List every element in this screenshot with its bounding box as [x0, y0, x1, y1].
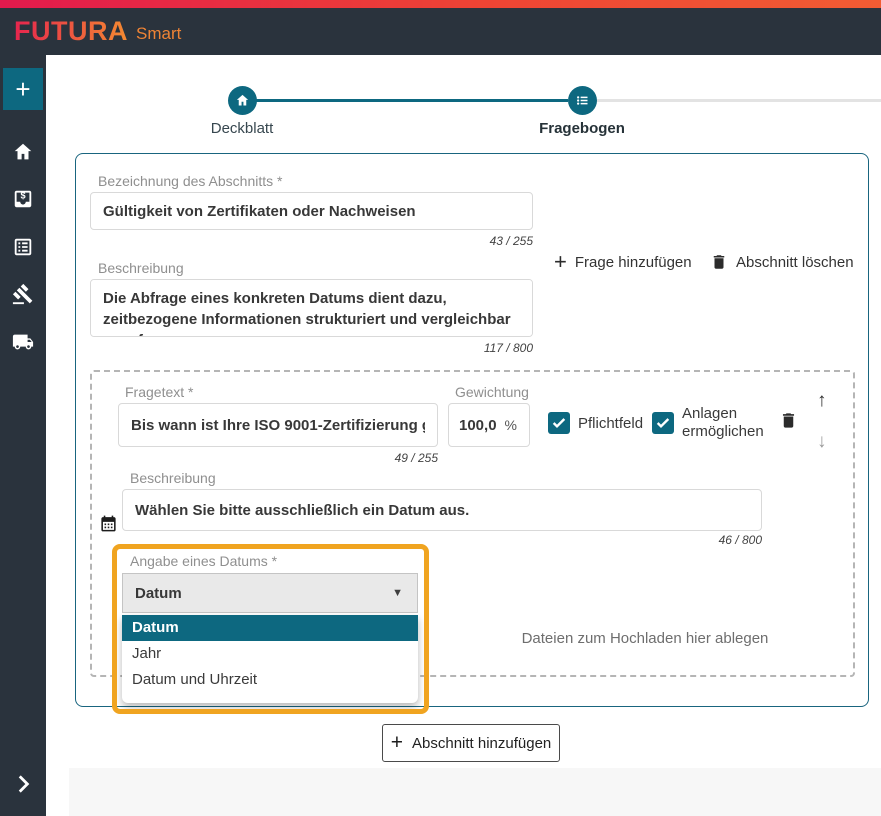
question-description-input[interactable] — [122, 489, 762, 531]
attachments-checkbox[interactable] — [652, 412, 674, 434]
checklist-icon[interactable] — [12, 236, 34, 258]
date-type-select[interactable]: Datum ▼ — [122, 573, 418, 613]
stepper-connector-active — [256, 99, 568, 102]
question-text-input[interactable] — [118, 403, 438, 447]
move-question-down-button[interactable]: ↓ — [817, 432, 827, 451]
brand-suffix: Smart — [136, 20, 181, 44]
menu-option-datum[interactable]: Datum — [122, 615, 418, 641]
step-deckblatt-circle[interactable] — [228, 86, 257, 115]
section-title-label: Bezeichnung des Abschnitts * — [98, 173, 282, 189]
trash-icon — [779, 411, 798, 430]
add-section-label: Abschnitt hinzufügen — [412, 735, 551, 752]
home-step-icon — [235, 93, 250, 108]
attachments-label: Anlagen ermöglichen — [682, 405, 774, 441]
move-question-up-button[interactable]: ↑ — [817, 391, 827, 410]
calendar-icon — [99, 514, 118, 538]
brand-logo: FUTURA — [14, 16, 128, 47]
question-text-label: Fragetext * — [125, 384, 193, 400]
date-type-selected-value: Datum — [123, 585, 392, 602]
required-checkbox[interactable] — [548, 412, 570, 434]
stepper-connector-upcoming — [596, 99, 881, 102]
weight-field[interactable]: % — [448, 403, 530, 447]
step-fragebogen-label: Fragebogen — [512, 120, 652, 137]
add-question-button[interactable]: + Frage hinzufügen — [554, 250, 692, 274]
weight-label: Gewichtung — [455, 384, 529, 400]
section-description-counter: 117 / 800 — [90, 341, 533, 355]
add-section-button[interactable]: + Abschnitt hinzufügen — [382, 724, 560, 762]
sidebar-expand-icon[interactable] — [10, 771, 36, 797]
plus-icon: + — [391, 731, 403, 755]
section-title-counter: 43 / 255 — [90, 234, 533, 248]
chevron-down-icon: ▼ — [392, 587, 417, 599]
question-text-counter: 49 / 255 — [118, 451, 438, 465]
plus-icon: + — [554, 253, 567, 271]
add-question-label: Frage hinzufügen — [575, 254, 692, 271]
file-dropzone[interactable]: Dateien zum Hochladen hier ablegen — [480, 630, 810, 647]
home-icon[interactable] — [12, 141, 34, 163]
menu-option-jahr[interactable]: Jahr — [122, 641, 418, 667]
checkmark-icon — [551, 415, 567, 431]
checkmark-icon — [655, 415, 671, 431]
delete-section-button[interactable]: Abschnitt löschen — [710, 250, 854, 274]
question-description-label: Beschreibung — [130, 470, 216, 486]
top-accent-bar — [0, 0, 881, 8]
next-section-strip — [69, 768, 881, 816]
step-deckblatt-label: Deckblatt — [172, 120, 312, 137]
delete-question-button[interactable] — [779, 411, 798, 433]
date-field-label: Angabe eines Datums * — [130, 553, 277, 569]
section-description-input[interactable]: Die Abfrage eines konkreten Datums dient… — [90, 279, 533, 337]
sidebar: + $ — [0, 55, 46, 816]
delete-section-label: Abschnitt löschen — [736, 254, 854, 271]
list-step-icon — [575, 93, 590, 108]
step-fragebogen-circle[interactable] — [568, 86, 597, 115]
weight-unit: % — [505, 417, 529, 433]
section-description-label: Beschreibung — [98, 260, 184, 276]
trash-icon — [710, 253, 728, 271]
add-button[interactable]: + — [3, 68, 43, 110]
required-label: Pflichtfeld — [578, 415, 643, 433]
app-header: FUTURA Smart — [0, 8, 881, 55]
weight-input[interactable] — [449, 417, 505, 434]
menu-option-datum-uhrzeit[interactable]: Datum und Uhrzeit — [122, 667, 418, 693]
truck-icon[interactable] — [12, 331, 34, 353]
question-description-counter: 46 / 800 — [122, 533, 762, 547]
section-title-input[interactable] — [90, 192, 533, 230]
date-type-menu: Datum Jahr Datum und Uhrzeit — [122, 615, 418, 703]
svg-text:$: $ — [20, 191, 25, 201]
gavel-icon[interactable] — [12, 283, 34, 305]
payments-inbox-icon[interactable]: $ — [12, 188, 34, 210]
